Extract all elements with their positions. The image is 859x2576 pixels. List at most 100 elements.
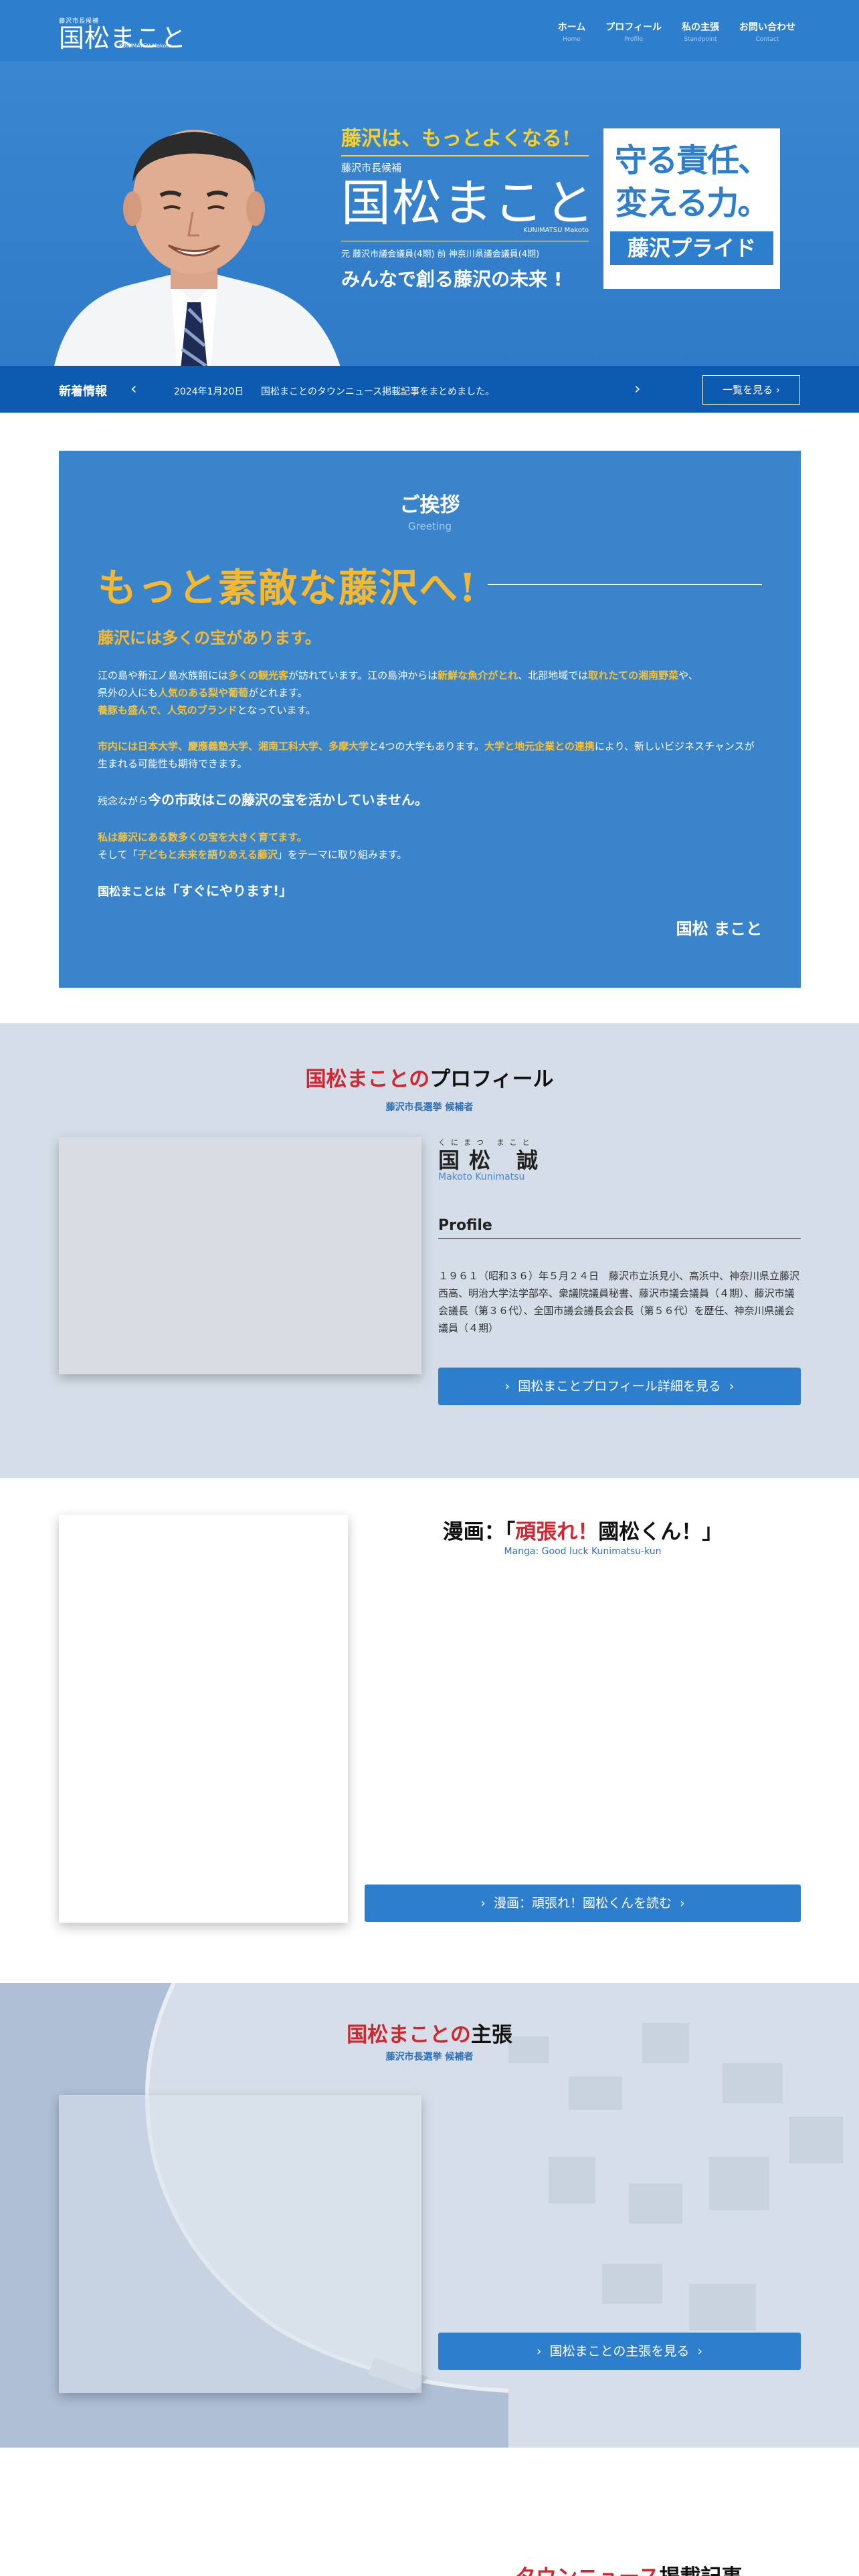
greeting-catch-row: もっと素敵な藤沢へ!	[98, 556, 762, 613]
nav-profile-label: プロフィール	[605, 22, 662, 33]
title-part: 國松くん！」	[598, 1520, 723, 1544]
highlight: 人気のある梨や葡萄	[158, 687, 249, 699]
greeting-paragraph-2: 市内には日本大学、慶應義塾大学、湘南工科大学、多摩大学と4つの大学もあります。大…	[98, 738, 762, 772]
profile-photo	[59, 1137, 421, 1374]
greeting-divider	[488, 584, 762, 585]
hero-career: 元 藤沢市議会議員(4期) 前 神奈川県議会議員(4期)	[341, 241, 589, 259]
chevron-left-icon[interactable]: ‹	[130, 379, 137, 398]
greeting-paragraph-1: 江の島や新江ノ島水族館には多くの観光客が訪れています。江の島沖からは新鮮な魚介が…	[98, 667, 762, 719]
hero-banner: 藤沢は、もっとよくなる! 藤沢市長候補 国松まこと KUNIMATSU Mako…	[0, 62, 859, 366]
text: がとれます。	[248, 687, 308, 699]
news-headline-link[interactable]: 国松まことのタウンニュース掲載記事をまとめました。	[261, 385, 494, 398]
claims-subtitle: 藤沢市長選挙 候補者	[385, 2052, 474, 2062]
hero-catchcopy: 藤沢は、もっとよくなる!	[341, 127, 571, 150]
nav-standpoint-label: 私の主張	[682, 22, 719, 33]
nav-home[interactable]: ホーム Home	[558, 20, 586, 43]
emphasis: 今の市政はこの藤沢の宝を活かしていません。	[148, 792, 428, 808]
greeting-title: ご挨拶	[399, 494, 460, 517]
text: 残念ながら	[98, 795, 149, 807]
greeting-paragraph-3: 残念ながら今の市政はこの藤沢の宝を活かしていません。	[98, 791, 762, 810]
news-label: 新着情報	[59, 385, 107, 399]
text: となっています。	[237, 704, 316, 716]
nav-contact[interactable]: お問い合わせ Contact	[739, 20, 795, 43]
site-logo[interactable]: 藤沢市長候補 国松まこと KUNIMATSU Makoto	[59, 16, 186, 51]
title-black: プロフィール	[430, 1067, 554, 1091]
pride-line-2: 変える力。	[615, 185, 770, 222]
highlight: 新鮮な魚介がとれ	[438, 669, 518, 681]
manga-read-button-label: 漫画：頑張れ！國松くんを読む	[493, 1896, 672, 1911]
title-red: 頑張れ！	[515, 1520, 599, 1544]
profile-subtitle: 藤沢市長選挙 候補者	[385, 1102, 474, 1113]
hero-divider	[341, 155, 589, 156]
title-red: 国松まことの	[347, 2023, 471, 2047]
title-black: 主張	[470, 2023, 512, 2047]
nav-contact-label: お問い合わせ	[739, 22, 795, 33]
chevron-right-icon: ›	[697, 2344, 703, 2359]
nav-home-label: ホーム	[557, 22, 586, 33]
profile-detail-button-label: 国松まことプロフィール詳細を見る	[518, 1379, 721, 1394]
greeting-section: ご挨拶 Greeting もっと素敵な藤沢へ! 藤沢には多くの宝があります。 江…	[59, 451, 801, 988]
greeting-signature: 国松 まこと	[676, 920, 762, 938]
highlight: 多くの観光客	[228, 669, 289, 681]
manga-title: 漫画：「頑張れ！國松くん！」	[365, 1515, 801, 1545]
manga-cover[interactable]	[59, 1515, 348, 1923]
profile-section: 国松まことのプロフィール 藤沢市長選挙 候補者 くにまつ まこと 国松 誠 Ma…	[0, 1023, 859, 1478]
chevron-right-icon: ›	[680, 1896, 685, 1911]
townnews-title: タウンニュース掲載記事	[515, 2560, 742, 2576]
highlight: 大学と地元企業との連携	[484, 740, 595, 752]
chevron-right-icon[interactable]: ›	[634, 379, 641, 398]
text: 国松まことは	[98, 885, 166, 899]
claims-view-button-label: 国松まことの主張を見る	[549, 2344, 690, 2359]
text: 、北部地域では	[518, 669, 589, 681]
greeting-paragraph-4: 私は藤沢にある数多くの宝を大きく育てます。 そして「子どもと未来を語りあえる藤沢…	[98, 829, 762, 863]
claims-view-button[interactable]: › 国松まことの主張を見る ›	[438, 2333, 801, 2370]
claims-title: 国松まことの主張	[0, 2018, 859, 2048]
chevron-right-icon: ›	[480, 1896, 486, 1911]
site-header: 藤沢市長候補 国松まこと KUNIMATSU Makoto ホーム Home プ…	[0, 0, 859, 62]
profile-body: １９６１（昭和３６）年５月２４日 藤沢市立浜見小、高浜中、神奈川県立藤沢西高、明…	[438, 1270, 800, 1334]
chevron-right-icon: ›	[504, 1379, 510, 1394]
text: や、	[678, 669, 698, 681]
profile-heading: Profile	[438, 1217, 801, 1239]
main-nav: ホーム Home プロフィール Profile 私の主張 Standpoint …	[558, 20, 795, 43]
highlight: 取れたての湘南野菜	[588, 669, 679, 681]
hero-name: 国松まこと	[341, 175, 595, 232]
candidate-portrait	[54, 130, 341, 366]
greeting-subheading: 藤沢には多くの宝があります。	[98, 629, 321, 647]
highlight: 市内には日本大学、慶應義塾大学、湘南工科大学、多摩大学	[98, 740, 369, 752]
news-list-button[interactable]: 一覧を見る ›	[702, 375, 800, 405]
claims-photo	[59, 2095, 421, 2393]
chevron-right-icon: ›	[729, 1379, 735, 1394]
text: そして「	[98, 849, 138, 861]
manga-section: 漫画：「頑張れ！國松くん！」 Manga: Good luck Kunimats…	[0, 1478, 859, 1983]
claims-section: 国松まことの主張 藤沢市長選挙 候補者 › 国松まことの主張を見る ›	[0, 1983, 859, 2448]
arrow-right-icon: ›	[775, 384, 780, 396]
logo-roman: KUNIMATSU Makoto	[119, 43, 172, 49]
title-red: 国松まことの	[305, 1067, 430, 1091]
text: と4つの大学もあります。	[369, 740, 485, 752]
pride-line-1: 守る責任、	[614, 142, 770, 179]
news-date: 2024年1月20日	[174, 387, 244, 397]
title-part: 漫画：「	[442, 1520, 516, 1544]
hero-pride-box: 守る責任、 変える力。 藤沢プライド	[603, 128, 780, 289]
hero-slogan: みんなで創る藤沢の未来 !	[341, 268, 563, 290]
emphasis: 「すぐにやります!」	[166, 883, 293, 899]
title-red: タウンニュース	[515, 2565, 659, 2576]
text: 」をテーマに取り組みます。	[277, 849, 407, 861]
highlight: 私は藤沢にある数多くの宝を大きく育てます。	[98, 831, 307, 843]
nav-standpoint-sub: Standpoint	[684, 36, 717, 43]
pride-label: 藤沢プライド	[610, 231, 773, 265]
nav-profile-sub: Profile	[624, 36, 644, 43]
profile-detail-button[interactable]: › 国松まことプロフィール詳細を見る ›	[438, 1368, 801, 1405]
hero-candidate-label: 藤沢市長候補	[341, 162, 402, 174]
highlight: 養豚も盛んで、人気のブランド	[98, 704, 237, 716]
highlight: 子どもと未来を語りあえる藤沢	[137, 849, 278, 861]
news-ticker: 新着情報 ‹ 2024年1月20日 国松まことのタウンニュース掲載記事をまとめま…	[0, 366, 859, 413]
greeting-catchcopy: もっと素敵な藤沢へ!	[98, 565, 478, 611]
nav-standpoint[interactable]: 私の主張 Standpoint	[682, 20, 719, 43]
nav-profile[interactable]: プロフィール Profile	[605, 20, 662, 43]
profile-roman: Makoto Kunimatsu	[438, 1172, 525, 1182]
title-black: 掲載記事	[659, 2565, 742, 2576]
nav-home-sub: Home	[563, 36, 581, 43]
manga-read-button[interactable]: › 漫画：頑張れ！國松くんを読む ›	[365, 1885, 801, 1922]
